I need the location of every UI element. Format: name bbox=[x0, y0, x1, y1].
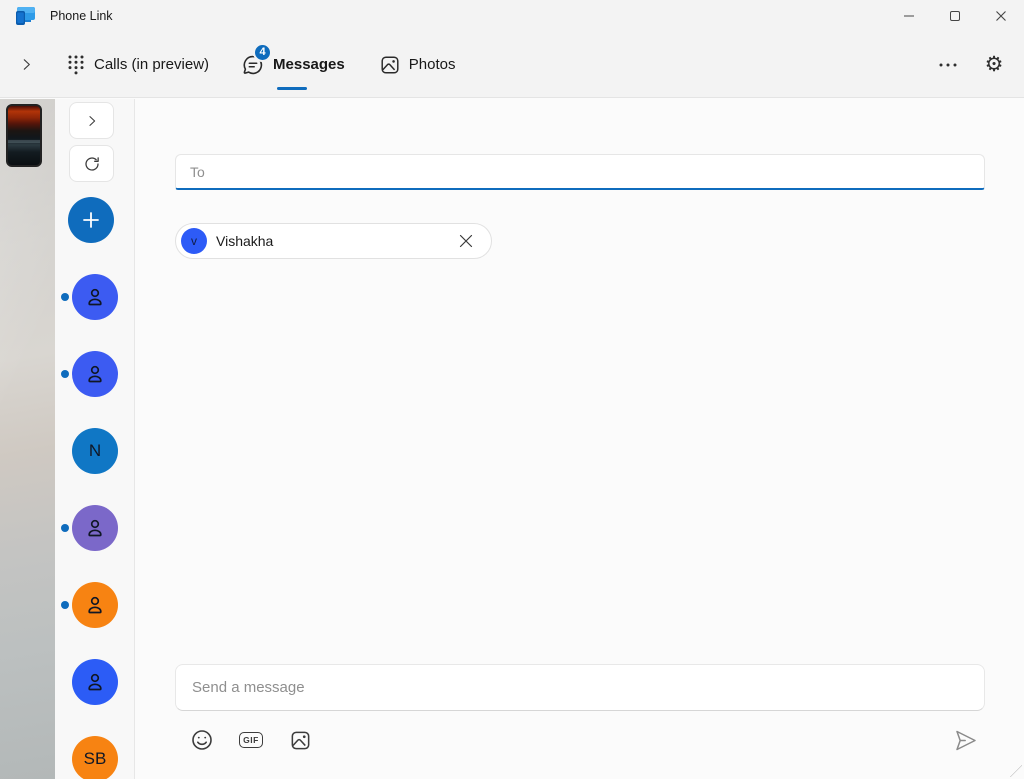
gear-icon: ⚙ bbox=[985, 54, 1004, 75]
contact-avatar[interactable] bbox=[72, 505, 118, 551]
unread-dot bbox=[61, 370, 69, 378]
plus-icon bbox=[81, 210, 101, 230]
to-input[interactable] bbox=[175, 154, 985, 190]
maximize-button[interactable] bbox=[932, 0, 978, 32]
dialpad-icon bbox=[66, 54, 86, 76]
recipient-avatar: v bbox=[181, 228, 207, 254]
close-button[interactable] bbox=[978, 0, 1024, 32]
more-button[interactable] bbox=[930, 47, 966, 83]
refresh-button[interactable] bbox=[69, 145, 114, 182]
person-icon bbox=[83, 362, 107, 386]
active-tab-underline bbox=[277, 87, 307, 91]
window-controls bbox=[886, 0, 1024, 32]
attach-image-button[interactable] bbox=[287, 727, 313, 753]
person-icon bbox=[83, 670, 107, 694]
contact-avatar[interactable] bbox=[72, 659, 118, 705]
messages-badge: 4 bbox=[253, 43, 272, 62]
chevron-right-icon bbox=[19, 57, 34, 72]
new-message-button[interactable] bbox=[68, 197, 114, 243]
expand-sidebar-button[interactable] bbox=[69, 102, 114, 139]
unread-dot bbox=[61, 601, 69, 609]
contact-avatar[interactable]: SB bbox=[72, 736, 118, 779]
gif-button[interactable]: GIF bbox=[238, 727, 264, 753]
phone-link-window: Phone Link bbox=[0, 0, 1024, 779]
app-title: Phone Link bbox=[50, 9, 113, 23]
person-icon bbox=[83, 593, 107, 617]
send-message-button[interactable] bbox=[950, 726, 980, 754]
contact-avatar[interactable] bbox=[72, 274, 118, 320]
conversation-sidebar: N SB bbox=[55, 99, 135, 779]
compose-toolbar: GIF bbox=[189, 727, 313, 753]
compose-area: v Vishakha bbox=[135, 99, 1024, 779]
contact-initials: N bbox=[89, 441, 101, 461]
tab-messages[interactable]: 4 Messages bbox=[239, 32, 347, 97]
phone-screen-thumbnail[interactable] bbox=[6, 104, 42, 167]
contact-avatar[interactable]: N bbox=[72, 428, 118, 474]
tab-calls[interactable]: Calls (in preview) bbox=[64, 32, 211, 97]
unread-dot bbox=[61, 524, 69, 532]
tab-photos[interactable]: Photos bbox=[377, 32, 458, 97]
settings-button[interactable]: ⚙ bbox=[976, 47, 1012, 83]
unread-dot bbox=[61, 293, 69, 301]
message-input[interactable] bbox=[175, 664, 985, 711]
chevron-right-icon bbox=[85, 114, 99, 128]
navbar: Calls (in preview) 4 Messages bbox=[0, 32, 1024, 98]
tab-photos-label: Photos bbox=[409, 56, 456, 73]
photo-icon bbox=[379, 54, 401, 76]
titlebar: Phone Link bbox=[0, 0, 1024, 32]
phone-link-app-icon bbox=[14, 6, 36, 26]
contact-initials: SB bbox=[84, 749, 107, 769]
recipient-chip[interactable]: v Vishakha bbox=[175, 223, 492, 259]
emoji-smiley-icon bbox=[190, 728, 214, 752]
contact-list: N SB bbox=[55, 274, 135, 779]
gif-icon: GIF bbox=[239, 732, 263, 748]
tab-messages-label: Messages bbox=[273, 56, 345, 73]
nav-expand-button[interactable] bbox=[8, 47, 44, 83]
recipient-name: Vishakha bbox=[216, 233, 455, 249]
close-icon bbox=[458, 233, 474, 249]
more-ellipsis-icon bbox=[938, 62, 958, 68]
person-icon bbox=[83, 516, 107, 540]
chat-bubble-icon: 4 bbox=[241, 53, 265, 77]
send-plane-icon bbox=[952, 728, 979, 753]
remove-recipient-button[interactable] bbox=[455, 230, 477, 252]
contact-avatar[interactable] bbox=[72, 351, 118, 397]
person-icon bbox=[83, 285, 107, 309]
tab-calls-label: Calls (in preview) bbox=[94, 56, 209, 73]
minimize-button[interactable] bbox=[886, 0, 932, 32]
contact-avatar[interactable] bbox=[72, 582, 118, 628]
wallpaper-strip bbox=[0, 99, 55, 779]
nav-right-actions: ⚙ bbox=[930, 47, 1012, 83]
emoji-button[interactable] bbox=[189, 727, 215, 753]
refresh-icon bbox=[83, 155, 101, 173]
app-body: N SB v Vishakha bbox=[0, 99, 1024, 779]
image-icon bbox=[289, 729, 312, 752]
resize-grip[interactable] bbox=[1010, 765, 1022, 777]
